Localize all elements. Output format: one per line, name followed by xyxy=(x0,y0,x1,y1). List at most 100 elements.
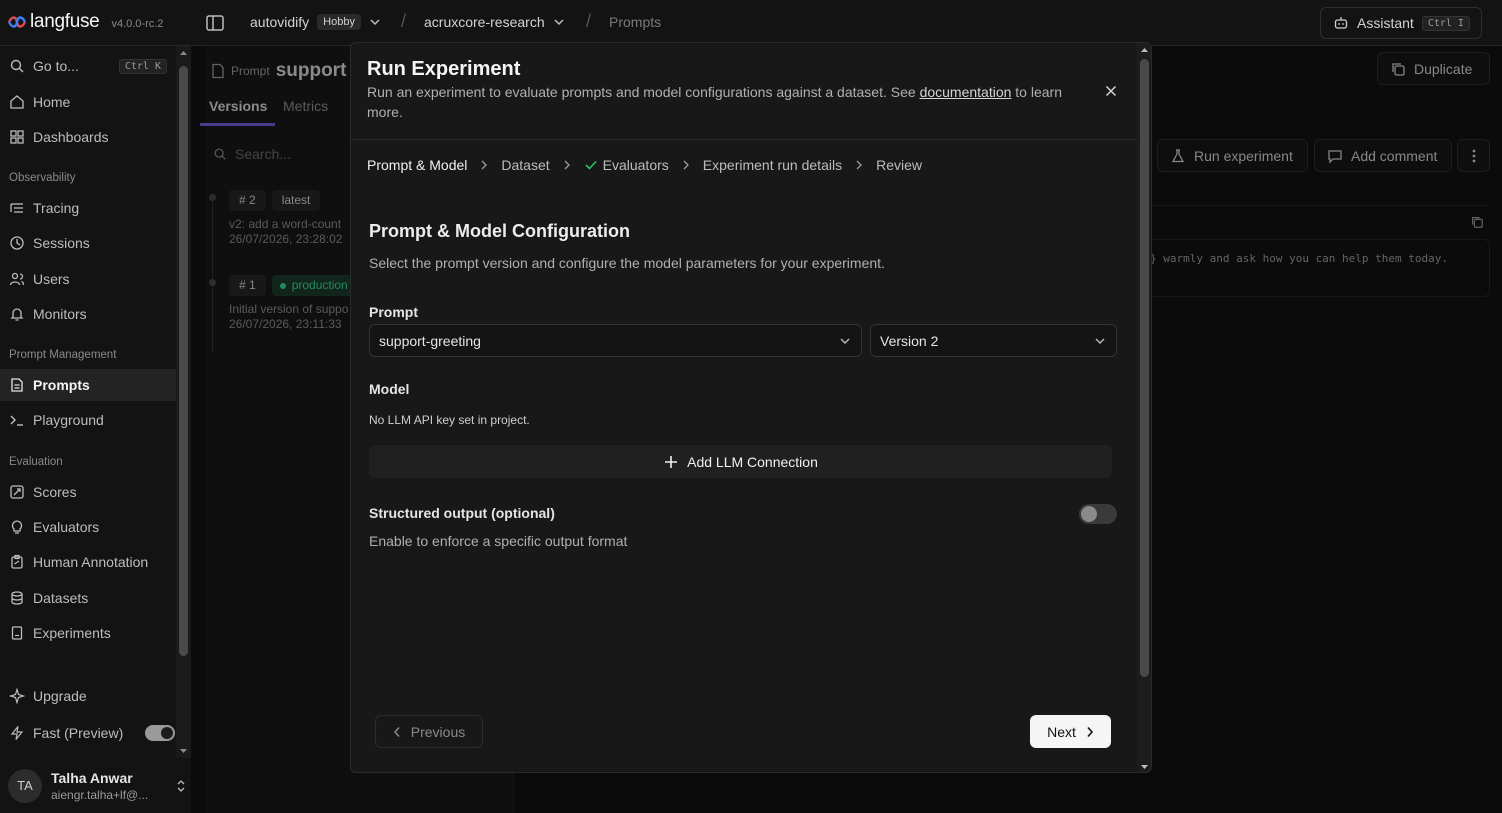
chevron-left-icon xyxy=(393,726,400,737)
divider xyxy=(351,139,1137,140)
previous-button[interactable]: Previous xyxy=(375,715,483,748)
langfuse-logo-icon xyxy=(8,16,26,28)
experiments-icon xyxy=(11,626,23,640)
avatar: TA xyxy=(8,768,42,803)
sidebar-item-users[interactable]: Users xyxy=(0,263,176,295)
sidebar-toggle-icon[interactable] xyxy=(205,13,225,33)
sidebar-item-monitors[interactable]: Monitors xyxy=(0,298,176,330)
brand-name: langfuse xyxy=(30,11,100,32)
next-label: Next xyxy=(1047,723,1076,740)
database-icon xyxy=(11,591,23,605)
logo[interactable]: langfuse v4.0.0-rc.2 xyxy=(8,11,163,33)
previous-label: Previous xyxy=(410,723,466,740)
top-bar: langfuse v4.0.0-rc.2 autovidify Hobby / … xyxy=(0,0,1502,46)
sidebar-group-prompt-management: Prompt Management xyxy=(9,349,117,361)
assistant-shortcut: Ctrl I xyxy=(1421,15,1470,31)
dialog-title: Run Experiment xyxy=(367,58,521,80)
sidebar-item-datasets[interactable]: Datasets xyxy=(0,582,176,614)
goto-shortcut: Ctrl K xyxy=(118,58,167,74)
dashboard-icon xyxy=(10,130,24,144)
lightbulb-icon xyxy=(11,520,23,534)
sidebar-item-tracing[interactable]: Tracing xyxy=(0,192,176,224)
chevron-right-icon xyxy=(564,160,570,170)
dialog-scroll-thumb[interactable] xyxy=(1140,59,1149,677)
sidebar-item-label: Upgrade xyxy=(33,688,87,704)
tracing-icon xyxy=(10,203,23,213)
search-icon xyxy=(10,59,24,73)
add-llm-label: Add LLM Connection xyxy=(687,453,818,470)
scroll-up-icon[interactable] xyxy=(1137,45,1152,55)
sidebar: Go to... Ctrl K Home Dashboards Observab… xyxy=(0,46,176,813)
chevron-down-icon xyxy=(554,19,564,26)
prompt-select[interactable]: support-greeting xyxy=(369,324,862,357)
sidebar-item-label: Prompts xyxy=(33,377,90,393)
sidebar-item-playground[interactable]: Playground xyxy=(0,404,176,436)
user-name: Talha Anwar xyxy=(51,769,133,786)
sidebar-item-prompts[interactable]: Prompts xyxy=(0,369,176,401)
app-version: v4.0.0-rc.2 xyxy=(111,17,164,30)
sidebar-item-home[interactable]: Home xyxy=(0,86,176,118)
prompt-label: Prompt xyxy=(369,304,418,320)
chevron-right-icon xyxy=(481,160,488,170)
sidebar-item-label: Dashboards xyxy=(33,129,109,145)
lightning-icon xyxy=(10,726,24,740)
project-name: acruxcore-research xyxy=(424,14,545,30)
scroll-up-icon[interactable] xyxy=(176,48,191,58)
dialog-description: Run an experiment to evaluate prompts an… xyxy=(367,82,1067,122)
org-name: autovidify xyxy=(250,14,310,30)
sidebar-item-label: Experiments xyxy=(33,625,111,641)
structured-output-description: Enable to enforce a specific output form… xyxy=(369,533,628,549)
clipboard-icon xyxy=(11,554,23,569)
org-switcher[interactable]: autovidify Hobby xyxy=(250,14,381,30)
scroll-down-icon[interactable] xyxy=(1137,762,1152,772)
fast-preview-toggle[interactable] xyxy=(145,725,176,741)
user-email: aiengr.talha+lf@... xyxy=(51,787,149,802)
structured-output-toggle[interactable] xyxy=(1079,504,1117,524)
sidebar-item-sessions[interactable]: Sessions xyxy=(0,227,176,259)
no-api-key-message: No LLM API key set in project. xyxy=(369,413,530,427)
step-review[interactable]: Review xyxy=(876,157,922,173)
scroll-down-icon[interactable] xyxy=(176,746,191,756)
clock-icon xyxy=(10,236,24,250)
documentation-link[interactable]: documentation xyxy=(920,84,1012,100)
step-label: Dataset xyxy=(501,157,550,173)
assistant-button[interactable]: Assistant Ctrl I xyxy=(1320,7,1482,39)
sidebar-item-label: Human Annotation xyxy=(33,554,149,570)
sidebar-item-label: Tracing xyxy=(33,200,80,216)
version-select[interactable]: Version 2 xyxy=(870,324,1117,357)
step-prompt-model[interactable]: Prompt & Model xyxy=(367,157,467,173)
chevrons-up-down-icon xyxy=(177,779,185,792)
run-experiment-dialog: Run Experiment Run an experiment to eval… xyxy=(350,42,1152,773)
step-run-details[interactable]: Experiment run details xyxy=(703,157,842,173)
sidebar-item-label: Datasets xyxy=(33,590,89,606)
chevron-down-icon xyxy=(1095,338,1105,344)
dialog-scrollbar[interactable] xyxy=(1137,43,1152,772)
breadcrumb-current[interactable]: Prompts xyxy=(609,14,661,30)
close-icon[interactable] xyxy=(1103,83,1119,99)
chevron-down-icon xyxy=(840,338,850,344)
step-label: Prompt & Model xyxy=(367,157,468,173)
chevron-right-icon xyxy=(1087,726,1093,737)
structured-output-label: Structured output (optional) xyxy=(369,505,555,521)
add-llm-connection-button[interactable]: Add LLM Connection xyxy=(369,445,1112,478)
sidebar-scrollbar[interactable] xyxy=(176,46,191,758)
breadcrumb-separator: / xyxy=(401,11,407,31)
step-dataset[interactable]: Dataset xyxy=(501,157,549,173)
sidebar-item-experiments[interactable]: Experiments xyxy=(0,617,176,649)
sidebar-item-scores[interactable]: Scores xyxy=(0,476,176,508)
sidebar-item-evaluators[interactable]: Evaluators xyxy=(0,511,176,543)
version-select-value: Version 2 xyxy=(880,332,939,349)
sidebar-item-fast-preview[interactable]: Fast (Preview) xyxy=(0,717,176,749)
next-button[interactable]: Next xyxy=(1030,715,1111,748)
goto-search[interactable]: Go to... Ctrl K xyxy=(0,50,176,82)
sidebar-scroll-thumb[interactable] xyxy=(179,66,188,656)
step-evaluators[interactable]: Evaluators xyxy=(584,157,669,173)
chevron-right-icon xyxy=(856,160,862,170)
sidebar-item-dashboards[interactable]: Dashboards xyxy=(0,121,176,153)
sidebar-item-human-annotation[interactable]: Human Annotation xyxy=(0,546,176,578)
user-menu[interactable]: TA Talha Anwar aiengr.talha+lf@... xyxy=(0,758,191,813)
sidebar-item-label: Scores xyxy=(33,484,77,500)
project-switcher[interactable]: acruxcore-research xyxy=(424,14,565,30)
sidebar-item-upgrade[interactable]: Upgrade xyxy=(0,680,176,712)
bot-icon xyxy=(1334,17,1348,29)
